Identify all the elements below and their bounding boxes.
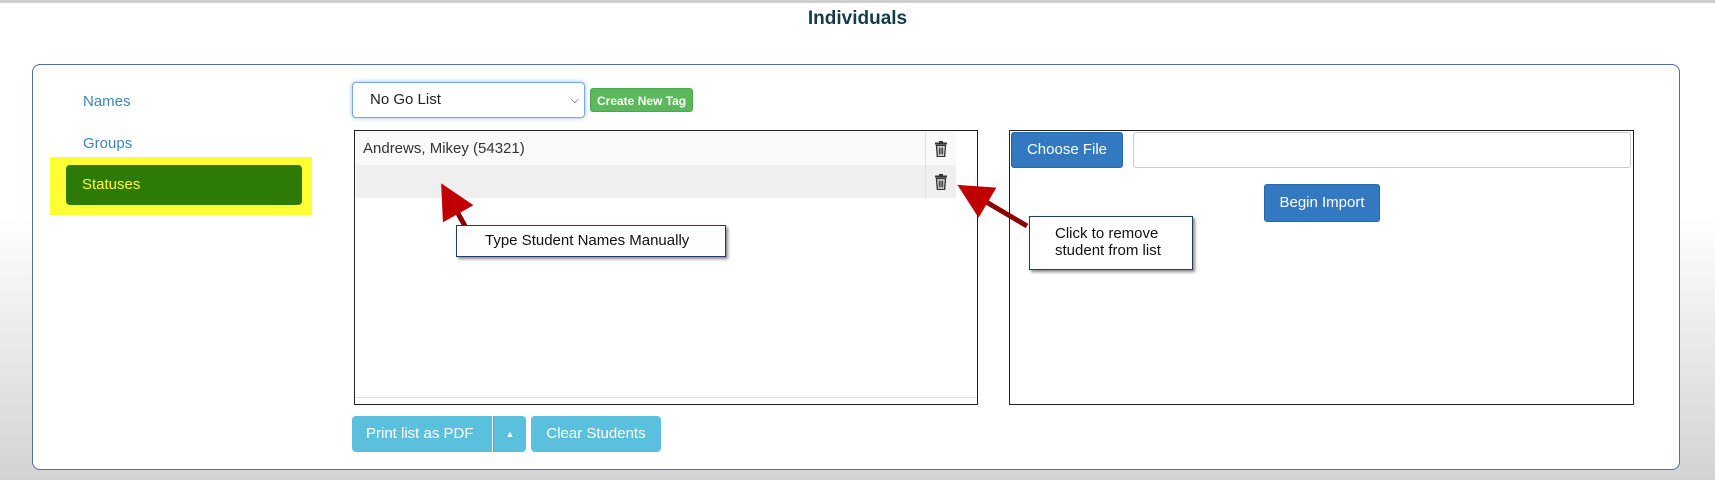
callout-remove-student: Click to remove student from list bbox=[1029, 216, 1193, 270]
annotation-arrows bbox=[441, 183, 1029, 229]
arrow-remove-student bbox=[957, 184, 1029, 229]
callout-manual-entry-text: Type Student Names Manually bbox=[485, 232, 690, 249]
callout-remove-line1: Click to remove bbox=[1055, 225, 1159, 242]
arrow-manual-entry bbox=[441, 183, 474, 228]
callout-remove-line2: student from list bbox=[1055, 242, 1161, 259]
callout-manual-entry: Type Student Names Manually bbox=[456, 225, 726, 257]
